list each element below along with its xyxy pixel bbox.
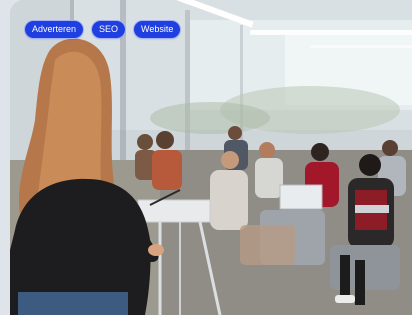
tag-website[interactable]: Website bbox=[133, 20, 182, 39]
tag-seo[interactable]: SEO bbox=[91, 20, 127, 39]
category-tags: Adverteren SEO Website bbox=[24, 20, 182, 39]
hero-section: Adverteren SEO Website bbox=[0, 0, 412, 315]
conference-presentation-photo bbox=[10, 0, 412, 315]
photo-illustration bbox=[10, 0, 412, 315]
tag-adverteren[interactable]: Adverteren bbox=[24, 20, 85, 39]
